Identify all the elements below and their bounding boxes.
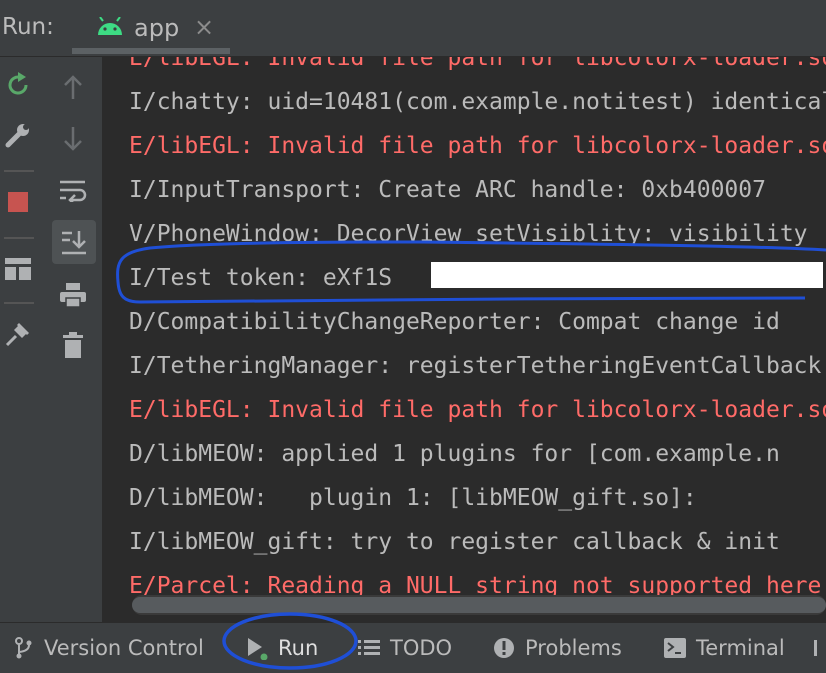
wrench-icon[interactable] — [2, 119, 34, 151]
arrow-down-icon[interactable] — [57, 123, 89, 155]
horizontal-scrollbar[interactable] — [132, 595, 826, 615]
console-line: E/libEGL: Invalid file path for libcolor… — [129, 397, 826, 423]
tab-overflow[interactable] — [812, 623, 826, 673]
console-line: E/libEGL: Invalid file path for libcolor… — [129, 57, 826, 71]
stop-icon[interactable] — [2, 186, 34, 218]
console-line: I/InputTransport: Create ARC handle: 0xb… — [129, 177, 766, 203]
run-actions-toolbar — [0, 57, 44, 622]
more-tabs-icon — [814, 640, 817, 656]
tab-label: app — [134, 14, 180, 42]
tab-label: Version Control — [44, 636, 204, 660]
trash-icon[interactable] — [57, 329, 89, 361]
scroll-to-end-icon[interactable] — [52, 220, 96, 264]
toolbar-separator — [4, 237, 34, 239]
tool-window-bar: Version Control Run TODO Problems Termin… — [0, 622, 826, 673]
tab-problems[interactable]: Problems — [493, 623, 622, 673]
tab-label: Problems — [525, 636, 622, 660]
console-line: E/libEGL: Invalid file path for libcolor… — [129, 133, 826, 159]
arrow-up-icon[interactable] — [57, 71, 89, 103]
tab-terminal[interactable]: Terminal — [664, 623, 785, 673]
console-line: I/libMEOW_gift: try to register callback… — [129, 529, 780, 555]
tab-label: TODO — [390, 636, 453, 660]
console-line: I/TetheringManager: registerTetheringEve… — [129, 353, 822, 379]
terminal-icon — [664, 638, 686, 658]
console-line: V/PhoneWindow: DecorView setVisiblity: v… — [129, 221, 808, 247]
tab-label: Run — [278, 636, 319, 660]
console-output[interactable]: E/Parcel: Reading a NULL string not supp… — [104, 57, 826, 622]
console-line: I/chatty: uid=10481(com.example.notitest… — [129, 89, 826, 115]
layout-icon[interactable] — [2, 253, 34, 285]
tab-label: Terminal — [696, 636, 785, 660]
scrollbar-thumb[interactable] — [132, 597, 826, 613]
pin-icon[interactable] — [2, 318, 34, 350]
problems-icon — [494, 638, 514, 658]
tab-run[interactable]: Run — [244, 623, 318, 673]
soft-wrap-icon[interactable] — [57, 174, 89, 206]
run-play-icon — [248, 638, 268, 660]
console-line: I/Test token: eXf1S — [129, 265, 393, 291]
branch-icon — [15, 637, 32, 659]
console-line: D/libMEOW: applied 1 plugins for [com.ex… — [129, 441, 780, 467]
console-line: D/libMEOW: plugin 1: [libMEOW_gift.so]: — [129, 485, 697, 511]
rerun-icon[interactable] — [2, 69, 34, 101]
android-icon — [98, 17, 122, 35]
print-icon[interactable] — [57, 279, 89, 311]
close-icon[interactable]: × — [194, 13, 214, 41]
run-label: Run: — [2, 14, 54, 40]
todo-list-icon — [358, 640, 380, 655]
toolbar-separator — [4, 302, 34, 304]
tab-todo[interactable]: TODO — [358, 623, 452, 673]
run-toolwindow-header: Run: app × — [0, 0, 826, 57]
console-actions-toolbar — [44, 57, 103, 622]
redacted-token-box — [431, 262, 823, 288]
toolbar-separator — [4, 170, 34, 172]
tab-app[interactable]: app × — [72, 0, 230, 52]
tab-version-control[interactable]: Version Control — [14, 623, 204, 673]
console-line: D/CompatibilityChangeReporter: Compat ch… — [129, 309, 780, 335]
